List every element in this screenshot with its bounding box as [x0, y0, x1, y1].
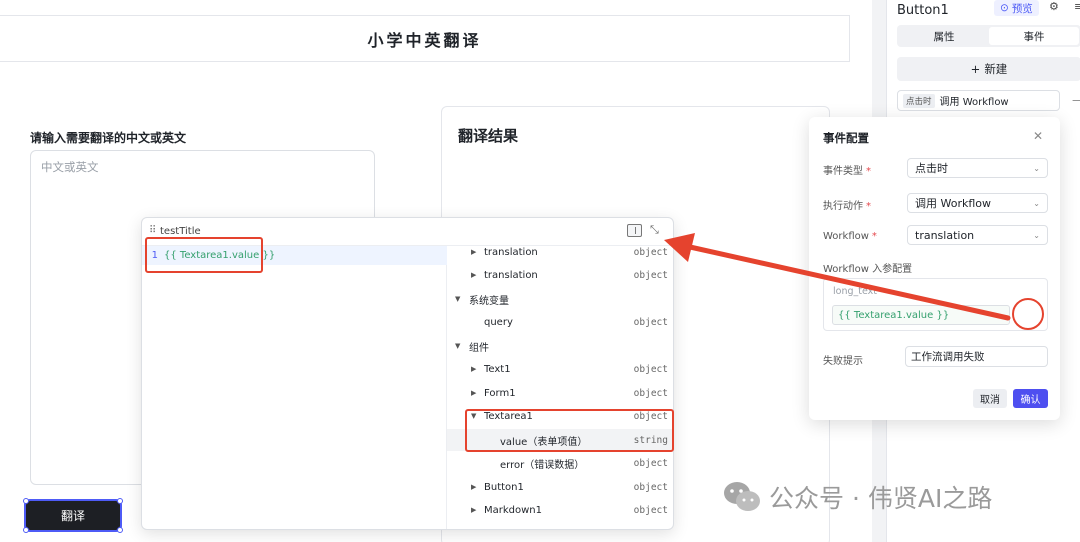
chevron-down-icon: ⌄ [1033, 198, 1040, 208]
tree-item-query[interactable]: query object [447, 311, 673, 333]
param-name: long_text [833, 286, 878, 297]
event-config-dialog: 事件配置 ✕ 事件类型 * 点击时 ⌄ 执行动作 * 调用 Workflow ⌄ W… [809, 117, 1060, 420]
translate-button[interactable]: 翻译 [24, 499, 122, 532]
param-value-input[interactable]: {{ Textarea1.value }} [832, 305, 1010, 325]
chevron-down-icon: ⌄ [1033, 163, 1040, 173]
plus-icon: + [970, 62, 981, 76]
close-icon[interactable]: ✕ [1033, 129, 1043, 143]
watermark-text: 公众号 · 伟贤AI之路 [769, 484, 993, 513]
tree-item-button1[interactable]: ▶ Button1 object [447, 476, 673, 498]
workflow-select[interactable]: translation ⌄ [907, 225, 1048, 245]
code-editor[interactable]: 1 {{ Textarea1.value }} [142, 246, 447, 529]
expression-name: testTitle [160, 226, 201, 237]
new-event-button[interactable]: + 新建 [897, 57, 1080, 81]
watermark: 公众号 · 伟贤AI之路 [723, 479, 992, 515]
preview-label: 预览 [1011, 2, 1033, 15]
tree-item-markdown1[interactable]: ▶ Markdown1 object [447, 499, 673, 521]
remove-event-icon[interactable]: — [1072, 93, 1080, 107]
annotation-box-textarea-value [465, 409, 674, 452]
caret-down-icon[interactable]: ▼ [455, 342, 460, 350]
app-title: 小学中英翻译 [367, 30, 482, 50]
fail-message-input[interactable]: 工作流调用失败 [905, 346, 1048, 367]
split-view-icon[interactable] [627, 224, 642, 237]
tree-item-translation[interactable]: ▶ translation object [447, 241, 673, 263]
event-tag: 点击时 [903, 93, 935, 108]
resize-handle-top-right[interactable] [117, 498, 123, 504]
caret-right-icon[interactable]: ▶ [471, 389, 476, 397]
new-event-label: 新建 [984, 62, 1008, 76]
event-type-value: 点击时 [915, 162, 948, 175]
textarea-placeholder: 中文或英文 [41, 160, 99, 174]
workflow-label: Workflow * [823, 231, 877, 242]
collapse-icon[interactable]: ⤡ [650, 223, 659, 237]
tab-properties[interactable]: 属性 [899, 27, 989, 45]
params-label: Workflow 入参配置 [823, 264, 913, 275]
drag-handle-icon[interactable]: ⠿ [149, 225, 156, 236]
event-type-label: 事件类型 * [823, 166, 871, 177]
caret-right-icon[interactable]: ▶ [471, 506, 476, 514]
caret-right-icon[interactable]: ▶ [471, 365, 476, 373]
annotation-circle [1012, 298, 1044, 330]
wechat-icon [724, 482, 760, 511]
gear-icon[interactable]: ⚙ [1049, 0, 1059, 13]
workflow-value: translation [915, 228, 975, 242]
component-name[interactable]: Button1 [897, 3, 949, 18]
tree-item-text1[interactable]: ▶ Text1 object [447, 358, 673, 380]
result-title: 翻译结果 [458, 127, 519, 145]
chevron-down-icon: ⌄ [1033, 230, 1040, 240]
tree-group-components[interactable]: ▼ 组件 [447, 335, 673, 357]
menu-icon[interactable]: ≡ [1074, 0, 1080, 13]
panel-tabs: 属性 事件 [897, 25, 1080, 47]
input-label: 请输入需要翻译的中文或英文 [30, 131, 187, 145]
caret-right-icon[interactable]: ▶ [471, 271, 476, 279]
action-label: 执行动作 * [823, 201, 871, 212]
resize-handle-bottom-left[interactable] [23, 527, 29, 533]
tab-events[interactable]: 事件 [989, 27, 1079, 45]
confirm-button[interactable]: 确认 [1013, 389, 1048, 408]
variable-tree: ▶ translation object ▶ translation objec… [447, 246, 673, 529]
preview-button[interactable]: ⊙ 预览 [994, 0, 1039, 16]
caret-down-icon[interactable]: ▼ [455, 295, 460, 303]
annotation-box-expression [145, 237, 263, 273]
tree-item-translation[interactable]: ▶ translation object [447, 264, 673, 286]
caret-right-icon[interactable]: ▶ [471, 248, 476, 256]
tree-item-form1[interactable]: ▶ Form1 object [447, 382, 673, 404]
play-icon: ⊙ [1000, 2, 1009, 14]
action-value: 调用 Workflow [915, 197, 992, 210]
resize-handle-bottom-right[interactable] [117, 527, 123, 533]
caret-right-icon[interactable]: ▶ [471, 483, 476, 491]
event-item[interactable]: 点击时 调用 Workflow [897, 90, 1060, 111]
event-type-select[interactable]: 点击时 ⌄ [907, 158, 1048, 178]
resize-handle-top-left[interactable] [23, 498, 29, 504]
fail-label: 失败提示 [823, 356, 863, 367]
app-title-bar[interactable]: 小学中英翻译 [0, 15, 850, 62]
event-action: 调用 Workflow [939, 97, 1009, 108]
cancel-button[interactable]: 取消 [973, 389, 1007, 408]
action-select[interactable]: 调用 Workflow ⌄ [907, 193, 1048, 213]
tree-item-textarea1-error[interactable]: error（错误数据） object [447, 452, 673, 474]
event-config-title: 事件配置 [823, 131, 869, 145]
tree-group-system-vars[interactable]: ▼ 系统变量 [447, 288, 673, 310]
